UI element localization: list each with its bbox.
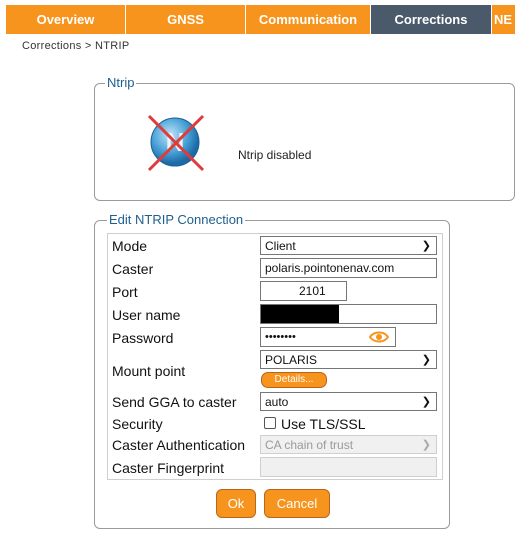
gga-select[interactable]: auto ❯	[260, 392, 437, 411]
port-input[interactable]: 2101	[260, 281, 347, 301]
breadcrumb: Corrections > NTRIP	[22, 40, 130, 52]
tab-communication[interactable]: Communication	[246, 5, 370, 34]
ntrip-disabled-icon: N	[143, 112, 209, 174]
password-input[interactable]: ••••••••	[260, 327, 396, 347]
mode-value: Client	[265, 239, 296, 253]
mountpoint-select[interactable]: POLARIS ❯	[260, 350, 437, 369]
gga-value: auto	[265, 395, 289, 409]
caster-input[interactable]: polaris.pointonenav.com	[260, 258, 437, 278]
tab-corrections[interactable]: Corrections	[371, 5, 491, 34]
username-label: User name	[112, 307, 181, 323]
tls-checkbox[interactable]	[264, 417, 276, 429]
gga-label: Send GGA to caster	[112, 394, 237, 410]
ntrip-status-text: Ntrip disabled	[238, 148, 312, 162]
password-value: ••••••••	[265, 331, 296, 343]
details-button[interactable]: Details...	[261, 372, 327, 388]
caster-label: Caster	[112, 261, 154, 277]
mountpoint-value: POLARIS	[265, 353, 318, 367]
chevron-down-icon: ❯	[421, 396, 431, 408]
chevron-down-icon: ❯	[421, 240, 431, 252]
password-label: Password	[112, 330, 174, 346]
fingerprint-input[interactable]	[260, 457, 437, 477]
port-label: Port	[112, 284, 138, 300]
auth-select[interactable]: CA chain of trust ❯	[260, 435, 437, 454]
ok-button[interactable]: Ok	[216, 489, 256, 518]
ntrip-legend: Ntrip	[105, 75, 137, 90]
mode-select[interactable]: Client ❯	[260, 236, 437, 255]
security-label: Security	[112, 416, 163, 432]
edit-legend: Edit NTRIP Connection	[107, 212, 246, 227]
tab-gnss[interactable]: GNSS	[126, 5, 245, 34]
tab-overview[interactable]: Overview	[6, 5, 125, 34]
tls-checkbox-label: Use TLS/SSL	[281, 416, 366, 432]
mountpoint-label: Mount point	[112, 363, 186, 379]
mode-label: Mode	[112, 238, 148, 254]
eye-icon[interactable]	[368, 330, 390, 347]
tab-next[interactable]: NE	[492, 5, 515, 34]
caster-value: polaris.pointonenav.com	[265, 261, 395, 275]
cancel-button[interactable]: Cancel	[264, 489, 330, 518]
redacted-block	[261, 305, 339, 323]
port-value: 2101	[299, 284, 326, 298]
chevron-down-icon: ❯	[421, 354, 431, 366]
chevron-down-icon: ❯	[421, 439, 431, 451]
fingerprint-label: Caster Fingerprint	[112, 460, 225, 476]
auth-label: Caster Authentication	[112, 437, 246, 453]
auth-value: CA chain of trust	[265, 438, 354, 452]
username-input[interactable]	[260, 304, 437, 324]
top-navigation: Overview GNSS Communication Corrections …	[0, 0, 515, 35]
